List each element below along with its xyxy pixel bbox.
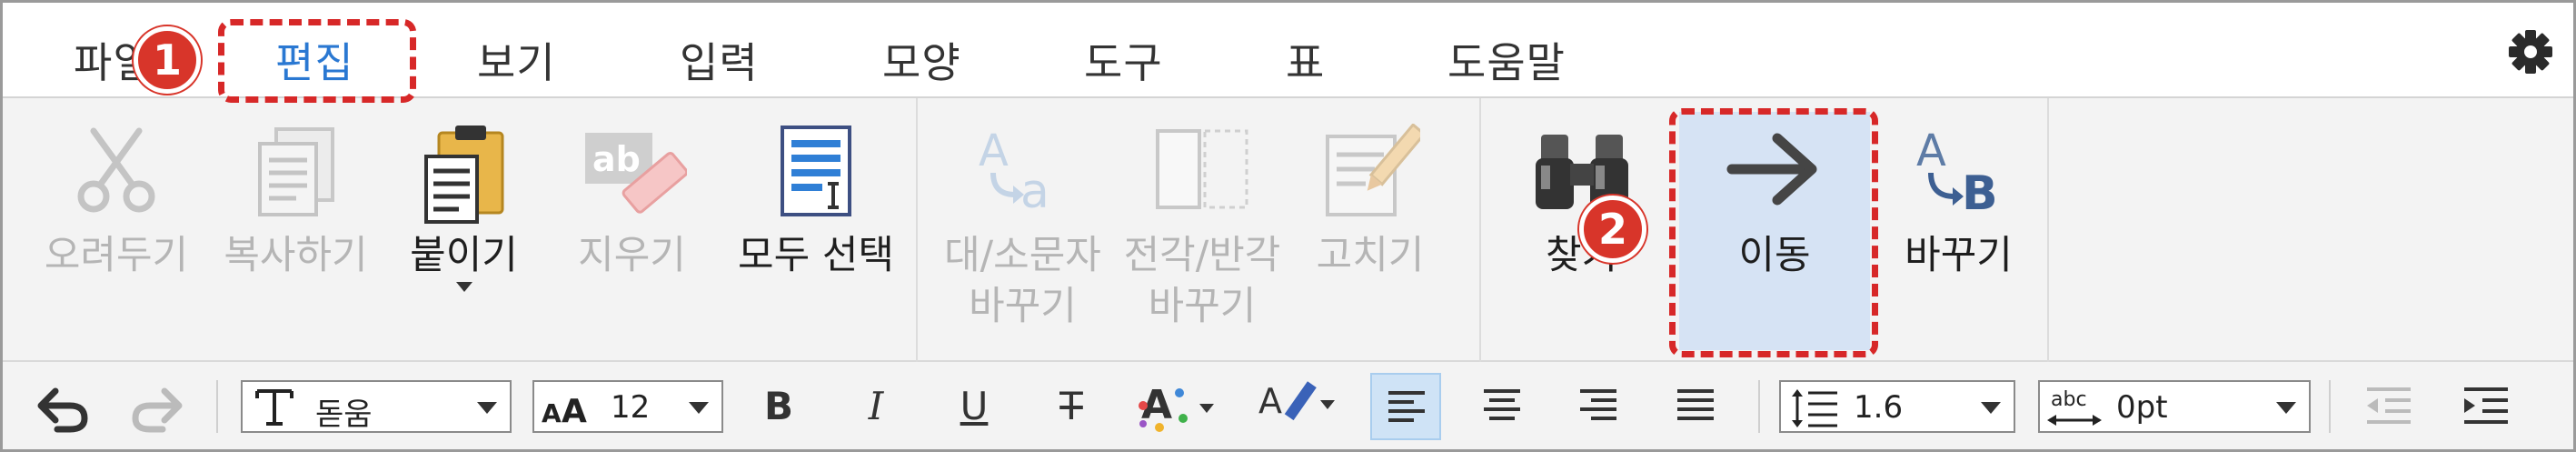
copy-icon	[257, 127, 334, 216]
svg-text:A: A	[1258, 381, 1282, 421]
align-left-button[interactable]	[1370, 373, 1441, 440]
toolbar-separator	[2329, 380, 2331, 433]
erase-label: 지우기	[578, 233, 686, 278]
char-spacing-icon: abc	[2047, 388, 2102, 426]
clipboard-icon	[423, 126, 503, 224]
app-window: 파일 편집 보기 입력 모양 도구 표 도움말 오려두기 복사하기 붙이기 ab…	[0, 0, 2576, 452]
tab-table[interactable]: 표	[1286, 30, 1325, 90]
align-right-icon	[1580, 389, 1616, 420]
select-all-icon	[781, 126, 851, 216]
tab-help[interactable]: 도움말	[1447, 30, 1566, 90]
chevron-down-icon	[1981, 402, 2001, 414]
scissors-icon	[77, 127, 155, 213]
line-spacing-icon	[1792, 389, 1837, 427]
font-value: 돋움	[315, 397, 373, 433]
replace-label: 바꾸기	[1905, 233, 2013, 278]
paste-button[interactable]: 붙이기	[384, 98, 543, 362]
replace-icon: A B	[1916, 126, 1998, 215]
cut-label: 오려두기	[44, 233, 189, 278]
highlight-color-icon[interactable]: A	[1255, 377, 1342, 435]
width-change-label: 전각/반각 바꾸기	[1123, 233, 1281, 329]
svg-text:A: A	[1916, 126, 1946, 176]
font-select[interactable]: 돋움	[241, 380, 512, 433]
bold-button[interactable]: B	[743, 373, 814, 440]
chevron-down-icon[interactable]	[455, 282, 472, 292]
align-right-button[interactable]	[1564, 373, 1635, 440]
callout-highlight-edit-tab	[218, 19, 416, 103]
copy-button[interactable]: 복사하기	[207, 98, 384, 362]
tab-insert[interactable]: 입력	[680, 30, 759, 90]
eraser-icon: ab	[584, 133, 687, 214]
svg-text:abc: abc	[2051, 388, 2087, 411]
chevron-down-icon	[2276, 402, 2296, 414]
tab-view[interactable]: 보기	[477, 30, 556, 90]
case-change-icon: A a	[979, 126, 1049, 215]
ribbon-separator	[2047, 98, 2049, 362]
indent-icon[interactable]	[2461, 386, 2511, 427]
outdent-icon[interactable]	[2363, 386, 2414, 427]
paste-label: 붙이기	[410, 233, 518, 278]
align-center-button[interactable]	[1467, 373, 1538, 440]
width-change-button[interactable]: 전각/반각 바꾸기	[1111, 98, 1293, 362]
svg-text:A: A	[542, 398, 562, 427]
char-spacing-select[interactable]: abc 0pt	[2038, 380, 2311, 433]
font-icon	[255, 389, 293, 426]
callout-badge-1: 1	[134, 26, 201, 94]
callout-badge-2: 2	[1579, 196, 1646, 263]
select-all-label: 모두 선택	[738, 233, 894, 278]
svg-text:B: B	[1962, 166, 1998, 215]
italic-button[interactable]: I	[840, 373, 911, 440]
format-toolbar: 돋움 A A 12 B I U T A A 1.6 abc 0pt	[3, 364, 2573, 449]
copy-label: 복사하기	[224, 233, 368, 278]
svg-text:A: A	[979, 126, 1009, 176]
toolbar-separator	[1758, 380, 1760, 433]
font-size-icon: A A	[542, 393, 587, 427]
font-size-select[interactable]: A A 12	[532, 380, 723, 433]
line-spacing-select[interactable]: 1.6	[1779, 380, 2015, 433]
callout-highlight-goto	[1669, 108, 1878, 357]
undo-icon[interactable]	[30, 382, 90, 433]
redo-icon[interactable]	[130, 382, 190, 433]
tab-format[interactable]: 모양	[882, 30, 961, 90]
chevron-down-icon	[689, 402, 709, 414]
char-spacing-value: 0pt	[2116, 389, 2168, 426]
text-color-icon[interactable]: A	[1134, 378, 1221, 435]
cut-button[interactable]: 오려두기	[25, 98, 207, 362]
align-left-icon	[1388, 391, 1425, 422]
toolbar-separator	[216, 380, 218, 433]
chevron-down-icon	[477, 402, 497, 414]
pencil-edit-icon	[1326, 124, 1420, 216]
strikethrough-button[interactable]: T	[1036, 373, 1107, 440]
svg-text:ab: ab	[592, 139, 641, 179]
erase-button[interactable]: ab 지우기	[543, 98, 721, 362]
correct-label: 고치기	[1316, 233, 1425, 278]
gear-icon[interactable]	[2503, 25, 2558, 79]
align-center-icon	[1484, 389, 1520, 420]
ribbon-separator	[1479, 98, 1481, 362]
svg-text:A: A	[562, 393, 587, 427]
ribbon-separator	[916, 98, 918, 362]
font-size-value: 12	[611, 389, 651, 426]
case-change-label: 대/소문자 바꾸기	[944, 233, 1101, 329]
replace-button[interactable]: A B 바꾸기	[1870, 98, 2047, 362]
align-justify-button[interactable]	[1661, 373, 1732, 440]
ribbon: 오려두기 복사하기 붙이기 ab 지우기 모두 선택 A a 대/소문자 바꾸기…	[3, 98, 2573, 362]
width-change-icon	[1156, 129, 1248, 209]
underline-button[interactable]: U	[939, 373, 1010, 440]
select-all-button[interactable]: 모두 선택	[721, 98, 911, 362]
align-justify-icon	[1677, 389, 1714, 420]
case-change-button[interactable]: A a 대/소문자 바꾸기	[934, 98, 1111, 362]
tab-tools[interactable]: 도구	[1084, 30, 1163, 90]
correct-button[interactable]: 고치기	[1293, 98, 1447, 362]
line-spacing-value: 1.6	[1854, 389, 1904, 426]
svg-text:a: a	[1020, 165, 1049, 215]
